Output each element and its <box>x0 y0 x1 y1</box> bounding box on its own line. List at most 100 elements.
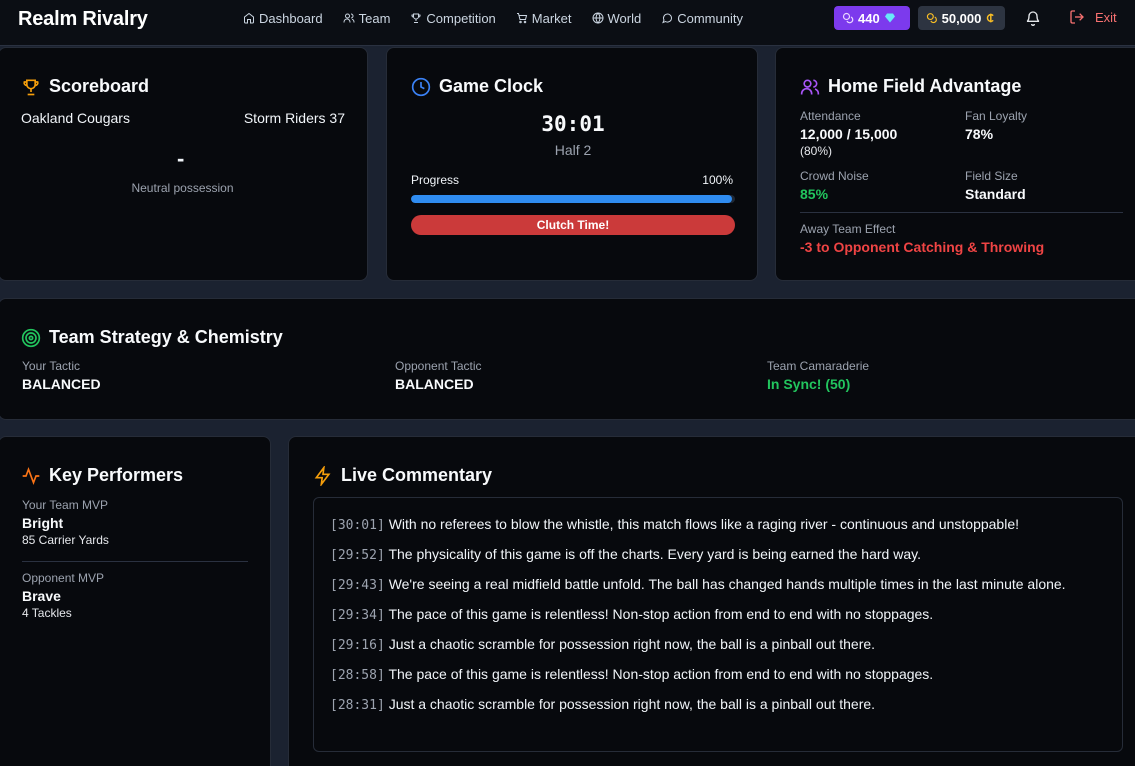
home-field-title: Home Field Advantage <box>800 76 1021 97</box>
commentary-text: Just a chaotic scramble for possession r… <box>388 636 876 652</box>
fan-loyalty-stat: Fan Loyalty 78% <box>965 109 1027 142</box>
your-tactic-label: Your Tactic <box>22 359 81 373</box>
strategy-card: Team Strategy & Chemistry Your Tactic BA… <box>0 298 1135 420</box>
home-team-name: Oakland Cougars <box>21 110 130 126</box>
live-commentary-title-text: Live Commentary <box>341 465 493 485</box>
credit-icon <box>987 13 995 23</box>
opponent-tactic: Opponent Tactic BALANCED <box>395 359 482 392</box>
crowd-noise-value: 85% <box>800 186 829 202</box>
commentary-feed[interactable]: [30:01] With no referees to blow the whi… <box>313 497 1123 752</box>
nav-competition-label: Competition <box>426 10 496 26</box>
your-mvp-name: Bright <box>22 515 64 531</box>
home-field-card: Home Field Advantage Attendance 12,000 /… <box>775 47 1135 281</box>
attendance-label: Attendance <box>800 109 861 123</box>
game-clock-title: Game Clock <box>411 76 543 97</box>
your-team-mvp: Your Team MVP Bright 85 Carrier Yards <box>22 498 109 547</box>
cart-icon <box>516 13 527 24</box>
crowd-noise-label: Crowd Noise <box>800 169 869 183</box>
game-clock-card: Game Clock 30:01 Half 2 Progress 100% Cl… <box>386 47 758 281</box>
field-size-label: Field Size <box>965 169 1018 183</box>
commentary-timestamp: [29:43] <box>330 578 385 593</box>
fan-loyalty-value: 78% <box>965 126 994 142</box>
commentary-timestamp: [30:01] <box>330 518 385 533</box>
gems-balance[interactable]: 440 <box>834 6 910 30</box>
commentary-text: Just a chaotic scramble for possession r… <box>388 696 876 712</box>
commentary-entry: [29:52] The physicality of this game is … <box>330 544 1106 566</box>
live-commentary-title: Live Commentary <box>313 465 492 486</box>
nav-team-label: Team <box>358 10 391 26</box>
divider <box>22 561 248 562</box>
clutch-time-badge: Clutch Time! <box>411 215 735 235</box>
opponent-tactic-value: BALANCED <box>395 376 474 392</box>
nav-market-label: Market <box>531 10 572 26</box>
logout-icon <box>1070 10 1084 24</box>
gem-icon <box>884 13 895 23</box>
nav-dashboard[interactable]: Dashboard <box>243 11 323 26</box>
lightning-icon <box>314 465 331 486</box>
clock-time: 30:01 <box>541 112 605 136</box>
key-performers-title: Key Performers <box>21 465 183 486</box>
commentary-text: The pace of this game is relentless! Non… <box>388 666 934 682</box>
strategy-title: Team Strategy & Chemistry <box>21 327 283 348</box>
activity-icon <box>22 466 40 485</box>
field-size-value: Standard <box>965 186 1026 202</box>
commentary-text: The pace of this game is relentless! Non… <box>388 606 934 622</box>
scoreboard-card: Scoreboard Oakland Cougars Storm Riders … <box>0 47 368 281</box>
game-clock-title-text: Game Clock <box>439 76 544 96</box>
field-size-stat: Field Size Standard <box>965 169 1026 202</box>
nav-links: Dashboard Team Competition Market World … <box>243 0 743 36</box>
commentary-text: With no referees to blow the whistle, th… <box>388 516 1020 532</box>
commentary-entry: [29:16] Just a chaotic scramble for poss… <box>330 634 1106 656</box>
exit-button[interactable]: Exit <box>1069 9 1117 25</box>
top-nav: Realm Rivalry Dashboard Team Competition… <box>0 0 1135 46</box>
gems-amount: 440 <box>858 10 880 26</box>
progress-bar <box>411 195 735 203</box>
commentary-entry: [28:58] The pace of this game is relentl… <box>330 664 1106 686</box>
nav-community[interactable]: Community <box>661 11 743 26</box>
commentary-text: We're seeing a real midfield battle unfo… <box>388 576 1066 592</box>
your-mvp-label: Your Team MVP <box>22 498 109 512</box>
commentary-timestamp: [29:52] <box>330 548 385 563</box>
your-tactic-value: BALANCED <box>22 376 101 392</box>
commentary-entry: [28:31] Just a chaotic scramble for poss… <box>330 694 1106 716</box>
nav-competition[interactable]: Competition <box>410 10 496 26</box>
users-icon <box>343 13 355 23</box>
nav-team[interactable]: Team <box>343 10 391 26</box>
away-effect-stat: Away Team Effect -3 to Opponent Catching… <box>800 222 1044 255</box>
away-effect-value: -3 to Opponent Catching & Throwing <box>800 239 1045 255</box>
crowd-noise-stat: Crowd Noise 85% <box>800 169 869 202</box>
nav-world[interactable]: World <box>592 11 641 26</box>
clock-icon <box>411 77 431 96</box>
attendance-value: 12,000 / 15,000 <box>800 126 898 142</box>
opponent-mvp-name: Brave <box>22 588 61 604</box>
opponent-tactic-label: Opponent Tactic <box>395 359 482 373</box>
nav-market[interactable]: Market <box>516 11 572 26</box>
progress-bar-fill <box>411 195 732 203</box>
coins-icon <box>842 12 854 24</box>
progress-label: Progress <box>411 173 460 187</box>
commentary-entry: [29:34] The pace of this game is relentl… <box>330 604 1106 626</box>
trophy-icon <box>411 13 421 23</box>
your-mvp-stat: 85 Carrier Yards <box>22 533 109 547</box>
app-logo[interactable]: Realm Rivalry <box>18 8 148 31</box>
globe-icon <box>592 12 604 24</box>
bell-icon[interactable] <box>1025 10 1041 26</box>
away-effect-label: Away Team Effect <box>800 222 896 236</box>
commentary-timestamp: [28:58] <box>330 668 385 683</box>
camaraderie-value: In Sync! (50) <box>767 376 851 392</box>
opponent-mvp-stat: 4 Tackles <box>22 606 72 620</box>
scoreboard-title: Scoreboard <box>21 76 149 97</box>
team-camaraderie: Team Camaraderie In Sync! (50) <box>767 359 869 392</box>
away-team-score: Storm Riders 37 <box>243 110 345 126</box>
progress-percent: 100% <box>702 173 733 187</box>
opponent-mvp: Opponent MVP Brave 4 Tackles <box>22 571 104 620</box>
commentary-entry: [29:43] We're seeing a real midfield bat… <box>330 574 1106 596</box>
credits-balance[interactable]: 50,000 <box>918 6 1005 30</box>
nav-dashboard-label: Dashboard <box>259 10 323 26</box>
live-commentary-card: Live Commentary [30:01] With no referees… <box>288 436 1135 766</box>
possession-status: Neutral possession <box>131 181 234 195</box>
key-performers-title-text: Key Performers <box>49 465 184 485</box>
score-separator: - <box>177 146 185 171</box>
clock-half: Half 2 <box>554 142 592 158</box>
opponent-mvp-label: Opponent MVP <box>22 571 105 585</box>
